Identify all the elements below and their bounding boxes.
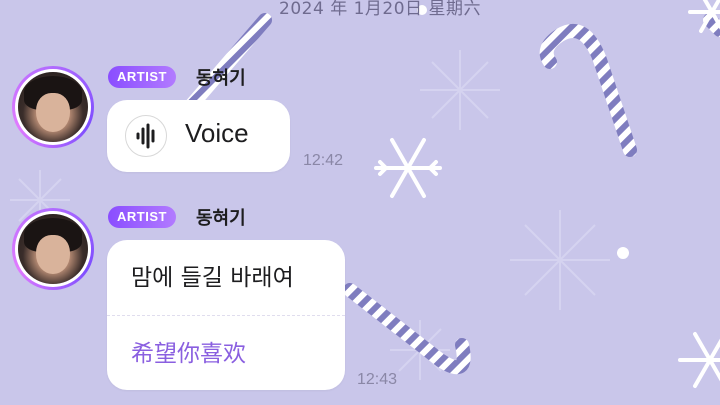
date-divider: 2024 年 1月20日 星期六 bbox=[279, 0, 481, 19]
avatar[interactable] bbox=[12, 66, 94, 148]
message-text: 맘에 들길 바래여 bbox=[131, 265, 294, 291]
sender-name: 동혀기 bbox=[196, 68, 246, 89]
artist-badge: ARTIST bbox=[108, 206, 176, 228]
sender-name: 동혀기 bbox=[196, 208, 246, 229]
translation-divider bbox=[107, 315, 345, 316]
text-message-bubble[interactable]: 맘에 들길 바래여 希望你喜欢 bbox=[107, 240, 345, 390]
message-timestamp: 12:43 bbox=[357, 371, 398, 388]
voice-waveform-icon[interactable] bbox=[125, 115, 167, 157]
voice-message-bubble[interactable]: Voice bbox=[107, 100, 290, 172]
message-timestamp: 12:42 bbox=[303, 152, 344, 169]
avatar[interactable] bbox=[12, 208, 94, 290]
voice-label: Voice bbox=[185, 118, 249, 148]
message-translation: 希望你喜欢 bbox=[131, 341, 246, 367]
artist-badge: ARTIST bbox=[108, 66, 176, 88]
